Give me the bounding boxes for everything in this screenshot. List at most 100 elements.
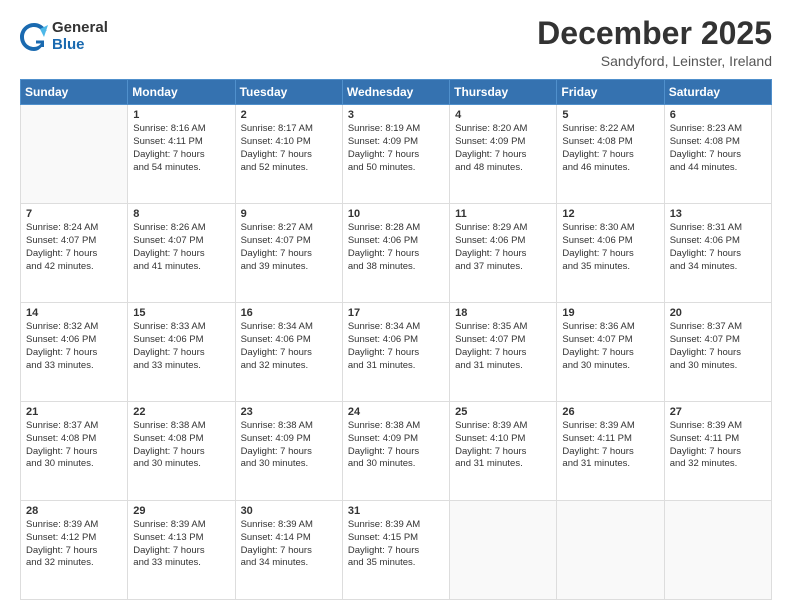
day-number: 15 — [133, 307, 229, 319]
table-row — [664, 501, 771, 600]
logo-general-text: General — [52, 20, 108, 37]
day-number: 13 — [670, 208, 766, 220]
col-thursday: Thursday — [450, 80, 557, 105]
title-block: December 2025 Sandyford, Leinster, Irela… — [537, 16, 772, 69]
day-number: 1 — [133, 109, 229, 121]
col-friday: Friday — [557, 80, 664, 105]
table-row: 12 Sunrise: 8:30 AM Sunset: 4:06 PM Dayli… — [557, 204, 664, 303]
day-number: 20 — [670, 307, 766, 319]
day-info: Sunrise: 8:32 AM Sunset: 4:06 PM Dayligh… — [26, 321, 122, 372]
table-row: 30 Sunrise: 8:39 AM Sunset: 4:14 PM Dayli… — [235, 501, 342, 600]
day-info: Sunrise: 8:39 AM Sunset: 4:11 PM Dayligh… — [562, 420, 658, 471]
day-number: 22 — [133, 406, 229, 418]
day-number: 10 — [348, 208, 444, 220]
table-row: 7 Sunrise: 8:24 AM Sunset: 4:07 PM Daylig… — [21, 204, 128, 303]
table-row: 24Sunrise: 8:38 AM Sunset: 4:09 PM Dayli… — [342, 402, 449, 501]
table-row: 14 Sunrise: 8:32 AM Sunset: 4:06 PM Dayli… — [21, 303, 128, 402]
table-row: 9 Sunrise: 8:27 AM Sunset: 4:07 PM Daylig… — [235, 204, 342, 303]
table-row: 21 Sunrise: 8:37 AM Sunset: 4:08 PM Dayli… — [21, 402, 128, 501]
day-number: 23 — [241, 406, 337, 418]
day-info: Sunrise: 8:19 AM Sunset: 4:09 PM Dayligh… — [348, 123, 444, 174]
table-row: 29 Sunrise: 8:39 AM Sunset: 4:13 PM Dayli… — [128, 501, 235, 600]
logo: General Blue — [20, 20, 108, 53]
day-info: Sunrise: 8:39 AM Sunset: 4:10 PM Dayligh… — [455, 420, 551, 471]
table-row: 23 Sunrise: 8:38 AM Sunset: 4:09 PM Dayli… — [235, 402, 342, 501]
day-info: Sunrise: 8:17 AM Sunset: 4:10 PM Dayligh… — [241, 123, 337, 174]
day-info: Sunrise: 8:16 AM Sunset: 4:11 PM Dayligh… — [133, 123, 229, 174]
day-number: 31 — [348, 505, 444, 517]
table-row: 18 Sunrise: 8:35 AM Sunset: 4:07 PM Dayli… — [450, 303, 557, 402]
day-info: Sunrise: 8:31 AM Sunset: 4:06 PM Dayligh… — [670, 222, 766, 273]
table-row — [21, 105, 128, 204]
day-number: 26 — [562, 406, 658, 418]
calendar-week-5: 28Sunrise: 8:39 AM Sunset: 4:12 PM Dayli… — [21, 501, 772, 600]
table-row: 20Sunrise: 8:37 AM Sunset: 4:07 PM Dayli… — [664, 303, 771, 402]
day-info: Sunrise: 8:28 AM Sunset: 4:06 PM Dayligh… — [348, 222, 444, 273]
day-number: 30 — [241, 505, 337, 517]
day-info: Sunrise: 8:39 AM Sunset: 4:15 PM Dayligh… — [348, 519, 444, 570]
calendar-week-4: 21 Sunrise: 8:37 AM Sunset: 4:08 PM Dayli… — [21, 402, 772, 501]
day-info: Sunrise: 8:29 AM Sunset: 4:06 PM Dayligh… — [455, 222, 551, 273]
calendar-week-2: 7 Sunrise: 8:24 AM Sunset: 4:07 PM Daylig… — [21, 204, 772, 303]
day-number: 12 — [562, 208, 658, 220]
day-info: Sunrise: 8:24 AM Sunset: 4:07 PM Dayligh… — [26, 222, 122, 273]
table-row: 5Sunrise: 8:22 AM Sunset: 4:08 PM Daylig… — [557, 105, 664, 204]
day-info: Sunrise: 8:20 AM Sunset: 4:09 PM Dayligh… — [455, 123, 551, 174]
calendar-header-row: Sunday Monday Tuesday Wednesday Thursday… — [21, 80, 772, 105]
day-info: Sunrise: 8:35 AM Sunset: 4:07 PM Dayligh… — [455, 321, 551, 372]
day-number: 18 — [455, 307, 551, 319]
calendar-table: Sunday Monday Tuesday Wednesday Thursday… — [20, 79, 772, 600]
table-row: 16Sunrise: 8:34 AM Sunset: 4:06 PM Dayli… — [235, 303, 342, 402]
col-tuesday: Tuesday — [235, 80, 342, 105]
page: General Blue December 2025 Sandyford, Le… — [0, 0, 792, 612]
day-info: Sunrise: 8:39 AM Sunset: 4:13 PM Dayligh… — [133, 519, 229, 570]
table-row: 2 Sunrise: 8:17 AM Sunset: 4:10 PM Daylig… — [235, 105, 342, 204]
day-number: 29 — [133, 505, 229, 517]
day-info: Sunrise: 8:30 AM Sunset: 4:06 PM Dayligh… — [562, 222, 658, 273]
day-number: 28 — [26, 505, 122, 517]
table-row: 17Sunrise: 8:34 AM Sunset: 4:06 PM Dayli… — [342, 303, 449, 402]
table-row: 3Sunrise: 8:19 AM Sunset: 4:09 PM Daylig… — [342, 105, 449, 204]
table-row: 1 Sunrise: 8:16 AM Sunset: 4:11 PM Daylig… — [128, 105, 235, 204]
table-row: 31 Sunrise: 8:39 AM Sunset: 4:15 PM Dayli… — [342, 501, 449, 600]
day-number: 21 — [26, 406, 122, 418]
day-number: 7 — [26, 208, 122, 220]
day-info: Sunrise: 8:37 AM Sunset: 4:08 PM Dayligh… — [26, 420, 122, 471]
table-row: 10 Sunrise: 8:28 AM Sunset: 4:06 PM Dayli… — [342, 204, 449, 303]
table-row: 4 Sunrise: 8:20 AM Sunset: 4:09 PM Daylig… — [450, 105, 557, 204]
table-row: 27 Sunrise: 8:39 AM Sunset: 4:11 PM Dayli… — [664, 402, 771, 501]
table-row: 15Sunrise: 8:33 AM Sunset: 4:06 PM Dayli… — [128, 303, 235, 402]
day-number: 2 — [241, 109, 337, 121]
day-info: Sunrise: 8:27 AM Sunset: 4:07 PM Dayligh… — [241, 222, 337, 273]
col-sunday: Sunday — [21, 80, 128, 105]
day-number: 9 — [241, 208, 337, 220]
col-saturday: Saturday — [664, 80, 771, 105]
day-info: Sunrise: 8:34 AM Sunset: 4:06 PM Dayligh… — [241, 321, 337, 372]
day-number: 4 — [455, 109, 551, 121]
day-number: 14 — [26, 307, 122, 319]
table-row: 28Sunrise: 8:39 AM Sunset: 4:12 PM Dayli… — [21, 501, 128, 600]
day-number: 11 — [455, 208, 551, 220]
table-row: 11 Sunrise: 8:29 AM Sunset: 4:06 PM Dayli… — [450, 204, 557, 303]
table-row: 6 Sunrise: 8:23 AM Sunset: 4:08 PM Daylig… — [664, 105, 771, 204]
day-info: Sunrise: 8:39 AM Sunset: 4:14 PM Dayligh… — [241, 519, 337, 570]
day-number: 6 — [670, 109, 766, 121]
logo-icon — [20, 23, 48, 51]
day-number: 27 — [670, 406, 766, 418]
table-row: 25Sunrise: 8:39 AM Sunset: 4:10 PM Dayli… — [450, 402, 557, 501]
day-number: 24 — [348, 406, 444, 418]
day-info: Sunrise: 8:39 AM Sunset: 4:11 PM Dayligh… — [670, 420, 766, 471]
day-number: 19 — [562, 307, 658, 319]
table-row: 22 Sunrise: 8:38 AM Sunset: 4:08 PM Dayli… — [128, 402, 235, 501]
table-row — [450, 501, 557, 600]
day-info: Sunrise: 8:36 AM Sunset: 4:07 PM Dayligh… — [562, 321, 658, 372]
calendar-week-1: 1 Sunrise: 8:16 AM Sunset: 4:11 PM Daylig… — [21, 105, 772, 204]
header: General Blue December 2025 Sandyford, Le… — [20, 16, 772, 69]
table-row: 26 Sunrise: 8:39 AM Sunset: 4:11 PM Dayli… — [557, 402, 664, 501]
day-number: 8 — [133, 208, 229, 220]
location-subtitle: Sandyford, Leinster, Ireland — [537, 53, 772, 69]
day-info: Sunrise: 8:38 AM Sunset: 4:08 PM Dayligh… — [133, 420, 229, 471]
day-info: Sunrise: 8:23 AM Sunset: 4:08 PM Dayligh… — [670, 123, 766, 174]
col-wednesday: Wednesday — [342, 80, 449, 105]
day-info: Sunrise: 8:38 AM Sunset: 4:09 PM Dayligh… — [241, 420, 337, 471]
